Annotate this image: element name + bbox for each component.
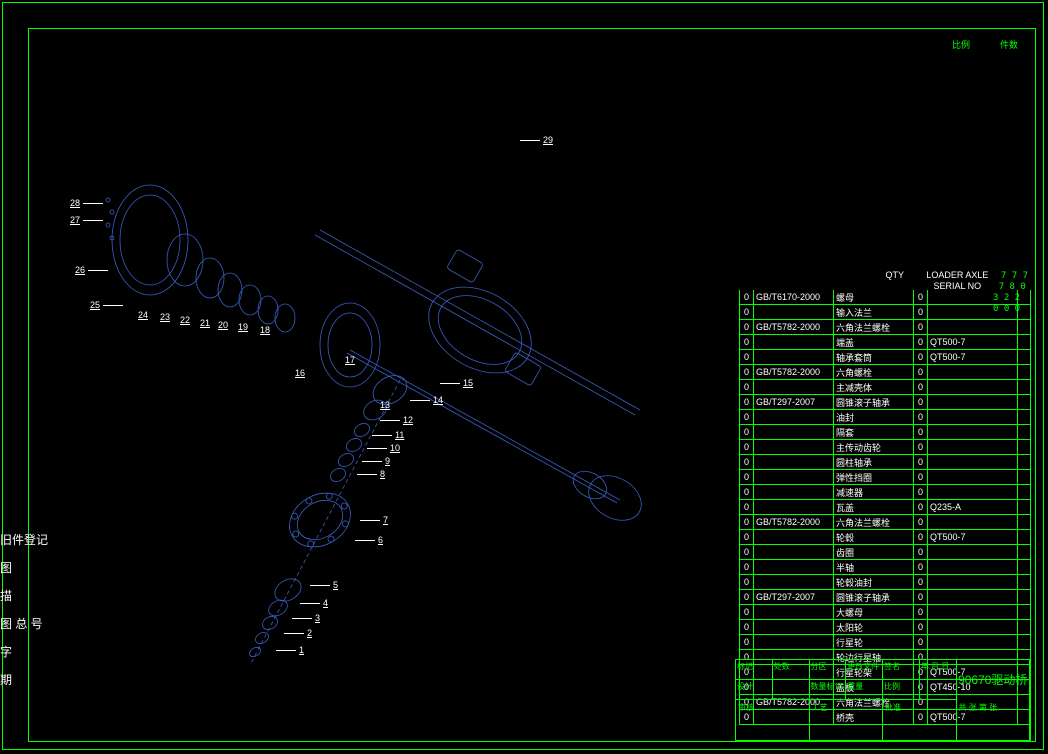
callout-24: 24 <box>138 310 148 320</box>
callout-6: 6 <box>355 535 383 545</box>
bom-row: 0GB/T5782-2000六角螺栓0 <box>739 365 1031 380</box>
bom-row: 0轮毂0QT500-7 <box>739 530 1031 545</box>
callout-29: 29 <box>520 135 553 145</box>
callout-11: 11 <box>372 430 404 440</box>
tb-process: 工艺 <box>810 700 884 740</box>
bom-row: 0大螺母0 <box>739 605 1031 620</box>
callout-10: 10 <box>367 443 400 453</box>
callout-25: 25 <box>90 300 123 310</box>
bom-row: 0轴承套筒0QT500-7 <box>739 350 1031 365</box>
tb-qtymark: 数量标记 <box>810 680 847 700</box>
callout-16: 16 <box>295 368 305 378</box>
tb-count: 处数 <box>773 660 810 680</box>
bom-row: 0GB/T5782-2000六角法兰螺栓0 <box>739 320 1031 335</box>
tb-change: 更改文件 <box>846 660 883 680</box>
bom-row: 0GB/T5782-2000六角法兰螺栓0 <box>739 515 1031 530</box>
bom-row: 0弹性挡圈0 <box>739 470 1031 485</box>
callout-3: 3 <box>292 613 320 623</box>
callouts: 29 28 27 26 25 24 23 22 21 20 19 18 17 1… <box>60 100 680 680</box>
title-block: 标记 处数 分区 更改文件 签名 年.月.日 90670驱动桥 设计 数量标记 … <box>735 659 1031 741</box>
bom-row: 0减速器0 <box>739 485 1031 500</box>
tb-design: 设计 <box>736 680 773 700</box>
bom-row: 0GB/T297-2007圆锥滚子轴承0 <box>739 590 1031 605</box>
tb-approve: 批准 <box>883 700 957 740</box>
bom-row: 0隔套0 <box>739 425 1031 440</box>
callout-26: 26 <box>75 265 108 275</box>
bom-row: 0瓦盖0Q235-A <box>739 500 1031 515</box>
bom-row: 0GB/T6170-2000螺母0 <box>739 290 1031 305</box>
bom-row: 0端盖0QT500-7 <box>739 335 1031 350</box>
tb-mark: 标记 <box>736 660 773 680</box>
bom-row: 0主减壳体0 <box>739 380 1031 395</box>
side-4: 图 总 号 <box>0 610 48 638</box>
bom-row: 0GB/T297-2007圆锥滚子轴承0 <box>739 395 1031 410</box>
drawing-title: 90670驱动桥 <box>957 660 1031 700</box>
bom-row: 0行星轮0 <box>739 635 1031 650</box>
tb-date: 年.月.日 <box>920 660 957 680</box>
callout-20: 20 <box>218 320 228 330</box>
callout-5: 5 <box>310 580 338 590</box>
bom-row: 0圆柱轴承0 <box>739 455 1031 470</box>
top-labels: 比例 件数 <box>952 38 1018 51</box>
callout-27: 27 <box>70 215 103 225</box>
tb-sheet: 共 张 第 张 <box>957 700 1031 740</box>
side-5: 字 <box>0 638 48 666</box>
tb-zone: 分区 <box>810 660 847 680</box>
callout-22: 22 <box>180 315 190 325</box>
callout-4: 4 <box>300 598 328 608</box>
callout-23: 23 <box>160 312 170 322</box>
top-label-1: 比例 <box>952 38 970 51</box>
callout-28: 28 <box>70 198 103 208</box>
callout-2: 2 <box>284 628 312 638</box>
bom-row: 0主传动齿轮0 <box>739 440 1031 455</box>
side-3: 描 <box>0 582 48 610</box>
side-1: 旧件登记 <box>0 526 48 554</box>
top-label-2: 件数 <box>1000 38 1018 51</box>
callout-13: 13 <box>380 400 390 410</box>
callout-8: 8 <box>357 469 385 479</box>
bom-row: 0太阳轮0 <box>739 620 1031 635</box>
callout-1: 1 <box>276 645 304 655</box>
callout-18: 18 <box>260 325 270 335</box>
cad-page: 比例 件数 旧件登记 图 描 图 总 号 字 期 <box>0 0 1048 754</box>
exploded-view: 29 28 27 26 25 24 23 22 21 20 19 18 17 1… <box>60 100 680 680</box>
bom-row: 0油封0 <box>739 410 1031 425</box>
side-labels: 旧件登记 图 描 图 总 号 字 期 <box>0 526 48 694</box>
side-6: 期 <box>0 666 48 694</box>
callout-9: 9 <box>362 456 390 466</box>
bom-row: 0输入法兰0 <box>739 305 1031 320</box>
bom-row: 0轮毂油封0 <box>739 575 1031 590</box>
tb-review: 审核 <box>736 700 810 740</box>
bom-row: 0半轴0 <box>739 560 1031 575</box>
bom-row: 0齿圈0 <box>739 545 1031 560</box>
side-2: 图 <box>0 554 48 582</box>
callout-17: 17 <box>345 355 355 365</box>
callout-21: 21 <box>200 318 210 328</box>
tb-weight: 重量 <box>846 680 883 700</box>
callout-15: 15 <box>440 378 473 388</box>
callout-7: 7 <box>360 515 388 525</box>
tb-sign: 签名 <box>883 660 920 680</box>
callout-12: 12 <box>380 415 413 425</box>
tb-scale: 比例 <box>883 680 920 700</box>
callout-19: 19 <box>238 322 248 332</box>
callout-14: 14 <box>410 395 443 405</box>
